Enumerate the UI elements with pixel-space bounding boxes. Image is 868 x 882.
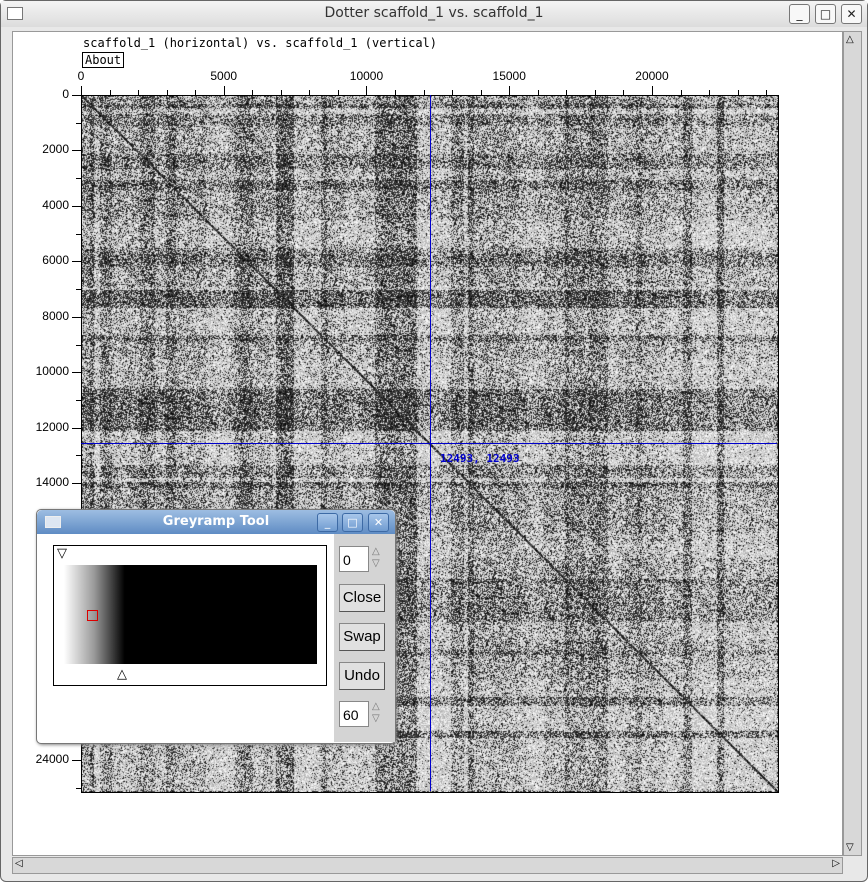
close-window-button[interactable]: ✕ (841, 4, 862, 24)
upper-marker-icon[interactable]: ▽ (57, 546, 67, 561)
y-tick (72, 261, 81, 263)
y-tick (72, 483, 81, 485)
greyramp-canvas[interactable]: ▽ △ (53, 545, 327, 686)
crosshair-horizontal (81, 442, 777, 444)
y-tick (72, 316, 81, 318)
y-tick-label: 14000 (35, 475, 69, 490)
x-tick-label: 5000 (210, 69, 238, 83)
x-tick (223, 86, 225, 95)
max-value-input[interactable]: 60 (339, 701, 369, 727)
scroll-left-icon[interactable]: ◁ (15, 858, 23, 869)
greyramp-gradient (64, 565, 317, 664)
y-tick-label: 8000 (42, 308, 69, 323)
title-bar: Dotter scaffold_1 vs. scaffold_1 _ □ ✕ (1, 1, 867, 27)
x-tick-label: 0 (77, 69, 85, 83)
swap-button[interactable]: Swap (339, 623, 385, 651)
minimize-button[interactable]: _ (789, 4, 810, 24)
x-tick-label: 15000 (492, 69, 526, 83)
y-tick-label: 24000 (35, 752, 69, 767)
x-tick-label: 10000 (349, 69, 384, 83)
scroll-right-icon[interactable]: ▷ (832, 858, 840, 869)
y-tick-label: 2000 (42, 142, 69, 157)
greyramp-tool-window: Greyramp Tool _ □ ✕ ▽ △ 0 △ ▽ Close Swap … (36, 509, 396, 744)
ramp-marker-icon[interactable] (87, 610, 98, 621)
y-tick (72, 95, 81, 96)
window-title: Dotter scaffold_1 vs. scaffold_1 (324, 5, 544, 21)
greyramp-title-bar: Greyramp Tool _ □ ✕ (37, 510, 395, 534)
min-value-stepper-icon[interactable]: △ ▽ (372, 546, 384, 570)
greyramp-controls: 0 △ ▽ Close Swap Undo 60 △ ▽ (334, 534, 395, 742)
undo-button[interactable]: Undo (339, 662, 385, 690)
maximize-button[interactable]: □ (815, 4, 836, 24)
min-value-input[interactable]: 0 (339, 546, 369, 572)
x-tick (509, 86, 511, 95)
lower-marker-icon[interactable]: △ (117, 667, 127, 682)
about-button[interactable]: About (82, 52, 125, 68)
y-tick-label: 10000 (35, 364, 69, 379)
x-tick-label: 20000 (635, 69, 669, 83)
scroll-up-icon[interactable]: △ (846, 34, 854, 45)
scroll-down-icon[interactable]: ▽ (846, 842, 854, 853)
minimize-button[interactable]: _ (317, 513, 338, 532)
close-button[interactable]: Close (339, 584, 385, 612)
y-tick-label: 0 (62, 87, 69, 101)
y-tick (72, 205, 81, 207)
y-tick-label: 12000 (35, 419, 69, 434)
crosshair-label: 12493, 12493 (440, 452, 520, 465)
sequence-header: scaffold_1 (horizontal) vs. scaffold_1 (… (83, 36, 438, 50)
vertical-scrollbar[interactable]: △ ▽ (843, 31, 862, 856)
y-tick (72, 372, 81, 374)
y-tick-label: 4000 (42, 197, 69, 212)
y-tick (72, 760, 81, 762)
maximize-button[interactable]: □ (342, 513, 363, 532)
y-tick (72, 150, 81, 152)
y-tick-label: 6000 (42, 253, 69, 268)
x-tick (651, 86, 653, 95)
y-tick (72, 427, 81, 429)
x-tick (366, 86, 368, 95)
x-tick (81, 86, 82, 95)
close-window-button[interactable]: ✕ (368, 513, 389, 532)
horizontal-scrollbar[interactable]: ◁ ▷ (12, 857, 843, 874)
max-value-stepper-icon[interactable]: △ ▽ (372, 701, 384, 725)
